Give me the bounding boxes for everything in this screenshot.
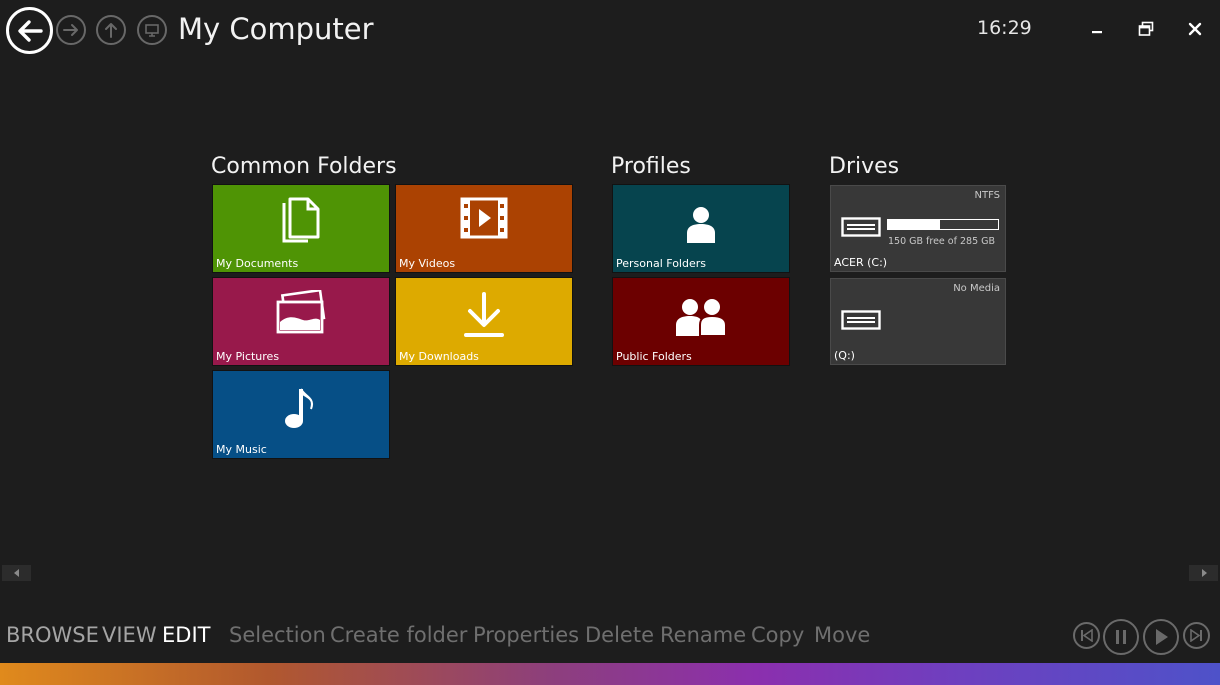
tile-label: Personal Folders (616, 257, 706, 270)
previous-track-button[interactable] (1073, 622, 1100, 649)
tile-my-videos[interactable]: My Videos (395, 184, 573, 273)
person-icon (687, 207, 715, 243)
tile-label: My Pictures (216, 350, 280, 363)
pictures-icon (276, 290, 326, 334)
clock: 16:29 (977, 17, 1032, 39)
drive-usage-bar (887, 219, 999, 230)
drive-icon (841, 310, 881, 330)
tile-label: Public Folders (616, 350, 692, 363)
tile-my-downloads[interactable]: My Downloads (395, 277, 573, 366)
drive-icon (841, 217, 881, 237)
tile-my-music[interactable]: My Music (212, 370, 390, 459)
cmd-move[interactable]: Move (814, 623, 870, 647)
filesystem-label: No Media (953, 283, 1000, 294)
drives-heading: Drives (829, 154, 900, 179)
play-icon (1156, 629, 1168, 645)
minimize-icon (1092, 31, 1102, 34)
people-icon (676, 299, 727, 337)
window-title: My Computer (178, 12, 374, 46)
next-track-icon (1190, 629, 1202, 642)
drive-free-space: 150 GB free of 285 GB (888, 236, 996, 247)
music-icon (285, 388, 313, 428)
drive-usage-fill (888, 220, 940, 229)
mode-edit[interactable]: EDIT (162, 623, 210, 647)
cmd-selection[interactable]: Selection (229, 623, 326, 647)
forward-arrow-icon (63, 24, 78, 36)
minimize-button[interactable] (1082, 14, 1112, 44)
cmd-create-folder[interactable]: Create folder (330, 623, 467, 647)
next-track-button[interactable] (1183, 622, 1210, 649)
cmd-properties[interactable]: Properties (473, 623, 579, 647)
download-icon (464, 292, 504, 337)
common-folders-heading: Common Folders (211, 154, 397, 179)
scroll-left-icon (13, 569, 19, 577)
scroll-right-button[interactable] (1189, 565, 1218, 581)
profiles-heading: Profiles (611, 154, 691, 179)
close-icon (1188, 22, 1202, 36)
tile-label: My Videos (399, 257, 456, 270)
tile-label: My Music (216, 443, 267, 456)
restore-button[interactable] (1131, 14, 1161, 44)
video-icon (460, 197, 508, 239)
scroll-left-button[interactable] (2, 565, 31, 581)
previous-track-icon (1081, 629, 1093, 642)
cmd-copy[interactable]: Copy (751, 623, 804, 647)
computer-icon (145, 24, 159, 37)
accent-gradient-bar (0, 663, 1220, 685)
up-arrow-icon (105, 23, 117, 38)
mode-browse[interactable]: BROWSE (6, 623, 99, 647)
back-button[interactable] (6, 7, 53, 54)
pause-button[interactable] (1103, 619, 1139, 655)
tile-label: My Documents (216, 257, 299, 270)
tile-my-pictures[interactable]: My Pictures (212, 277, 390, 366)
play-button[interactable] (1143, 619, 1179, 655)
drive-acer-c[interactable]: NTFS 150 GB free of 285 GB ACER (C:) (830, 185, 1006, 272)
close-button[interactable] (1180, 14, 1210, 44)
cmd-rename[interactable]: Rename (660, 623, 746, 647)
documents-icon (282, 197, 320, 243)
drive-name: (Q:) (834, 349, 855, 362)
scroll-right-icon (1201, 569, 1207, 577)
tile-personal-folders[interactable]: Personal Folders (612, 184, 790, 273)
cmd-delete[interactable]: Delete (585, 623, 654, 647)
tile-public-folders[interactable]: Public Folders (612, 277, 790, 366)
pause-icon (1116, 630, 1126, 644)
computer-button[interactable] (137, 15, 167, 45)
forward-button[interactable] (56, 15, 86, 45)
back-arrow-icon (17, 19, 43, 42)
drive-name: ACER (C:) (834, 256, 888, 269)
tile-label: My Downloads (399, 350, 479, 363)
restore-icon (1138, 21, 1154, 36)
mode-view[interactable]: VIEW (102, 623, 157, 647)
up-button[interactable] (96, 15, 126, 45)
drive-q[interactable]: No Media (Q:) (830, 278, 1006, 365)
tile-my-documents[interactable]: My Documents (212, 184, 390, 273)
filesystem-label: NTFS (974, 190, 1000, 201)
